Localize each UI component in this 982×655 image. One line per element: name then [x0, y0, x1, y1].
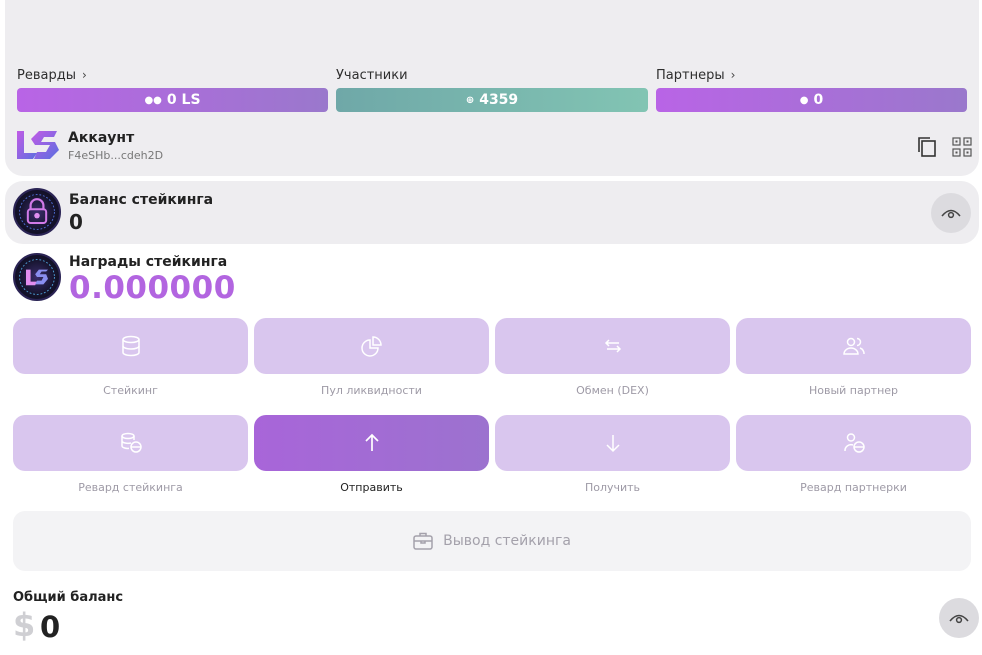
withdraw-staking-label: Вывод стейкинга	[443, 533, 571, 549]
toggle-total-visibility-button[interactable]	[939, 598, 979, 638]
arrow-down-icon	[605, 435, 620, 453]
new-partner-label: Новый партнер	[808, 384, 899, 397]
account-row: Аккаунт F4eSHb...cdeh2D	[17, 128, 972, 166]
users-icon: ●●	[144, 94, 162, 106]
person-icon: ●	[799, 94, 809, 106]
pie-chart-icon	[360, 336, 382, 357]
members-label: Участники	[336, 67, 408, 83]
staking-reward-button[interactable]	[13, 415, 248, 471]
new-partner-button[interactable]	[736, 318, 971, 374]
staking-rewards-title: Награды стейкинга	[69, 254, 228, 270]
total-balance-title: Общий баланс	[13, 590, 124, 605]
user-coin-icon	[843, 433, 865, 453]
lock-coin-icon	[13, 188, 61, 236]
rewards-value: 0 LS	[166, 92, 201, 108]
ls-logo-icon	[17, 131, 59, 159]
receive-button[interactable]	[495, 415, 730, 471]
arrow-up-icon	[364, 433, 379, 451]
currency-symbol: $	[13, 606, 36, 644]
eye-icon	[949, 614, 969, 624]
account-address: F4eSHb...cdeh2D	[68, 149, 164, 162]
staking-button[interactable]	[13, 318, 248, 374]
copy-icon[interactable]	[917, 136, 937, 158]
partner-reward-button[interactable]	[736, 415, 971, 471]
partners-stat[interactable]: Партнеры › ● 0	[656, 66, 967, 112]
partners-bar: ● 0	[656, 88, 967, 112]
partners-value: 0	[813, 92, 824, 108]
partners-label-row[interactable]: Партнеры ›	[656, 66, 967, 84]
chevron-right-icon: ›	[81, 68, 87, 82]
rewards-label: Реварды	[17, 67, 76, 83]
staking-rewards-value: 0.000000	[69, 270, 236, 306]
ls-coin-icon	[13, 253, 61, 301]
liquidity-pool-label: Пул ликвидности	[321, 384, 422, 397]
members-stat: Участники ⊕ 4359	[336, 66, 648, 112]
dex-swap-label: Обмен (DEX)	[576, 384, 649, 397]
members-value: 4359	[479, 92, 519, 108]
eye-icon	[941, 209, 961, 219]
partners-label: Партнеры	[656, 67, 725, 83]
staking-balance-card: Баланс стейкинга 0	[5, 181, 979, 244]
rewards-bar: ●● 0 LS	[17, 88, 328, 112]
staking-balance-title: Баланс стейкинга	[69, 192, 214, 208]
chevron-right-icon: ›	[730, 68, 736, 82]
liquidity-pool-button[interactable]	[254, 318, 489, 374]
receive-label: Получить	[584, 481, 641, 494]
swap-arrows-icon	[604, 339, 621, 353]
total-balance-value: 0	[40, 610, 61, 644]
partner-reward-label: Ревард партнерки	[800, 481, 907, 494]
coins-icon	[120, 432, 142, 453]
database-icon	[121, 335, 140, 357]
users-icon	[842, 337, 865, 355]
send-label: Отправить	[340, 481, 403, 494]
staking-label: Стейкинг	[103, 384, 158, 397]
dex-swap-button[interactable]	[495, 318, 730, 374]
rewards-label-row[interactable]: Реварды ›	[17, 66, 328, 84]
briefcase-icon	[413, 532, 433, 550]
account-title: Аккаунт	[68, 130, 135, 146]
rewards-stat[interactable]: Реварды › ●● 0 LS	[17, 66, 328, 112]
staking-reward-label: Ревард стейкинга	[78, 481, 183, 494]
send-button[interactable]	[254, 415, 489, 471]
members-bar: ⊕ 4359	[336, 88, 648, 112]
withdraw-staking-button[interactable]: Вывод стейкинга	[13, 511, 971, 571]
globe-icon: ⊕	[465, 94, 475, 106]
stats-card: Реварды › ●● 0 LS Участники ⊕ 4359 Партн…	[5, 0, 979, 176]
qr-code-icon[interactable]	[952, 137, 972, 157]
staking-balance-value: 0	[69, 210, 83, 234]
toggle-visibility-button[interactable]	[931, 193, 971, 233]
